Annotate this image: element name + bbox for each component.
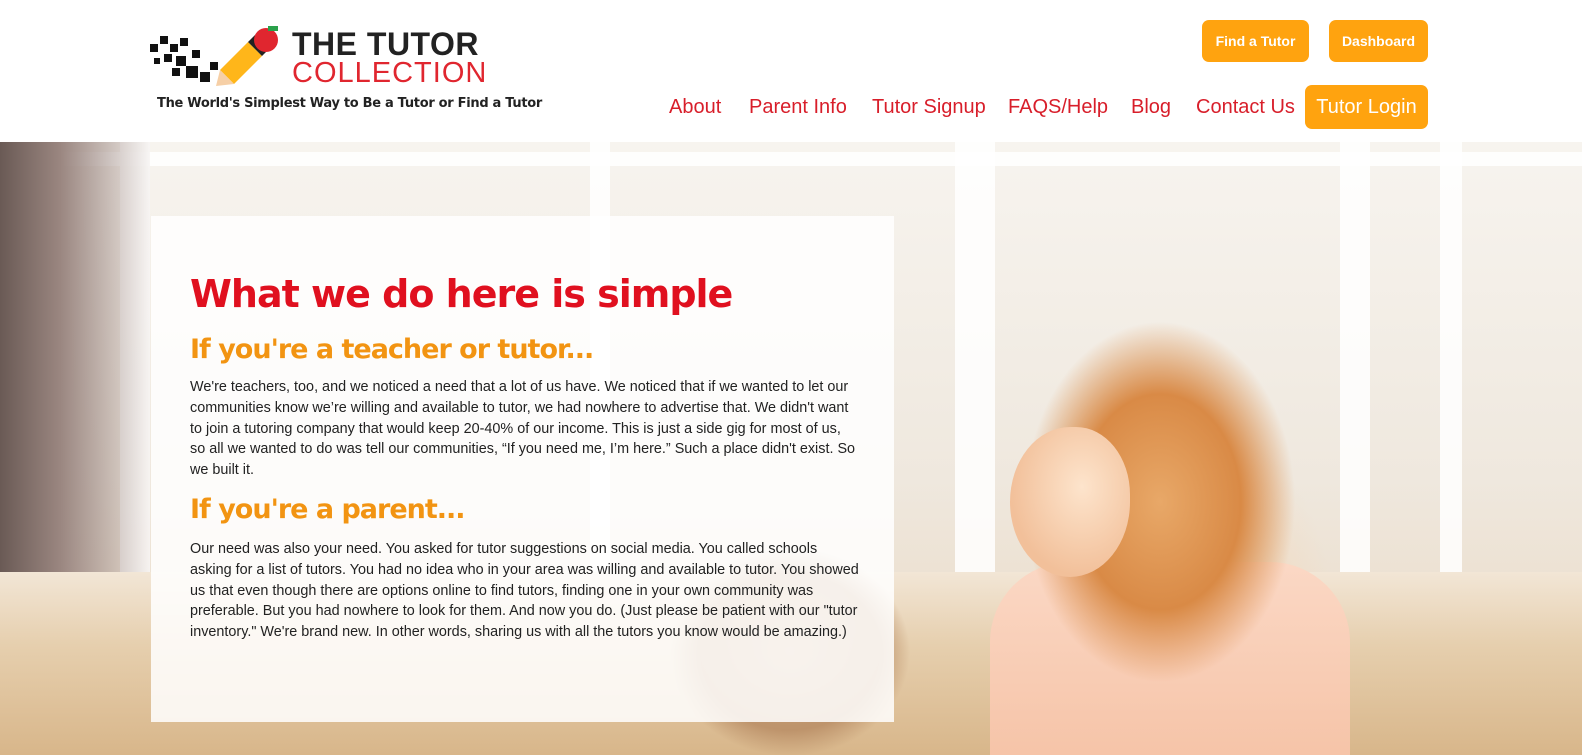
hero-section: What we do here is simple If you're a te… [0,142,1582,755]
pencil-apple-icon [216,26,278,86]
teacher-heading: If you're a teacher or tutor... [190,334,594,365]
page-title: What we do here is simple [190,272,733,316]
parent-heading: If you're a parent... [190,494,466,525]
dashboard-button[interactable]: Dashboard [1329,20,1428,62]
site-logo[interactable]: THE TUTOR COLLECTION The World's Simples… [150,18,542,118]
window-frame [1440,142,1462,582]
logo-subtitle: COLLECTION [292,57,488,89]
site-header: THE TUTOR COLLECTION The World's Simples… [0,0,1582,142]
logo-tagline: The World's Simplest Way to Be a Tutor o… [157,96,542,111]
girl-image-face [1010,427,1130,577]
nav-about[interactable]: About [669,85,721,129]
nav-contact-us[interactable]: Contact Us [1196,85,1295,129]
nav-parent-info[interactable]: Parent Info [749,85,847,129]
nav-tutor-signup[interactable]: Tutor Signup [872,85,986,129]
parent-text: Our need was also your need. You asked f… [190,541,859,641]
intro-panel: What we do here is simple If you're a te… [151,216,894,722]
nav-blog[interactable]: Blog [1131,85,1171,129]
teacher-text: We're teachers, too, and we noticed a ne… [190,379,856,479]
window-frame [0,152,1582,166]
nav-faqs-help[interactable]: FAQS/Help [1008,85,1108,129]
tutor-login-button[interactable]: Tutor Login [1305,85,1428,129]
logo-title: THE TUTOR [292,26,480,62]
find-tutor-button[interactable]: Find a Tutor [1202,20,1309,62]
